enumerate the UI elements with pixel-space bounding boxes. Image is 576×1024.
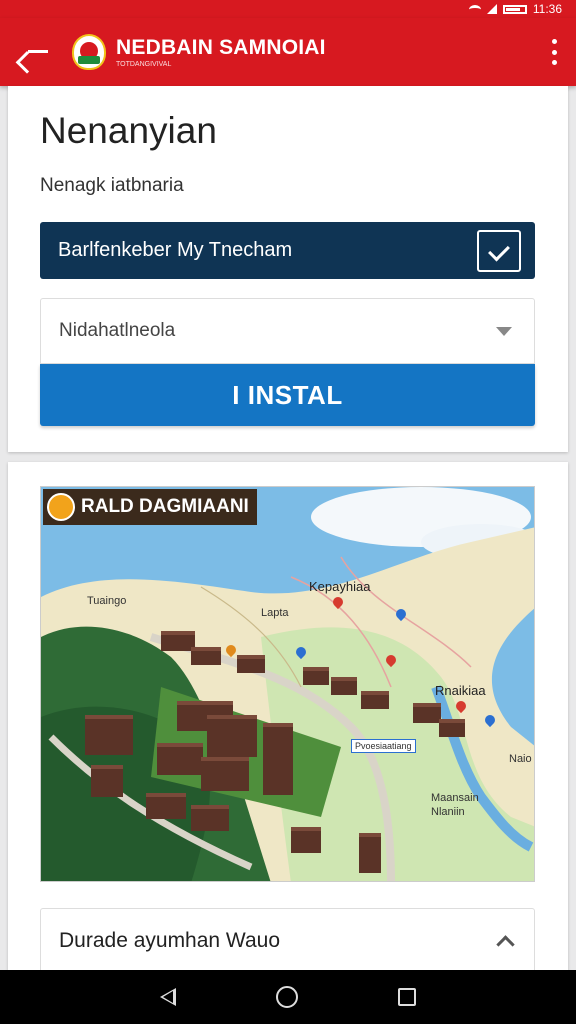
map-building — [191, 647, 221, 665]
map-label-far-right: Naio — [509, 753, 532, 765]
map-label-station: Pvoesiaatiang — [351, 739, 416, 753]
nav-recents-icon[interactable] — [398, 988, 416, 1006]
map-label-right: Rnaikiaa — [435, 683, 486, 698]
app-logo — [72, 34, 106, 70]
map-building — [359, 833, 381, 873]
map-label-top: Kepayhiaa — [309, 579, 371, 594]
collapsible-section[interactable]: Durade ayumhan Wauo — [40, 908, 535, 974]
map-building — [331, 677, 357, 695]
map-building — [303, 667, 329, 685]
app-bar: NEDBAIN SAMNOIAI TOTDANGIVIVAL — [0, 18, 576, 86]
map-badge: RALD DAGMIAANI — [43, 489, 257, 525]
install-button[interactable]: I INSTAL — [40, 364, 535, 426]
card-subtitle: Nenagk iatbnaria — [40, 175, 184, 196]
map-image[interactable]: RALD DAGMIAANI Kepayhiaa Tuaingo Lapta R… — [40, 486, 535, 882]
map-building — [439, 719, 465, 737]
status-time: 11:36 — [532, 2, 562, 16]
app-subtitle: TOTDANGIVIVAL — [116, 61, 172, 68]
battery-icon — [502, 4, 527, 14]
map-building — [361, 691, 389, 709]
option-checkbox[interactable] — [477, 229, 521, 272]
map-building — [291, 827, 321, 853]
map-building — [91, 765, 123, 797]
map-label-left: Tuaingo — [87, 595, 127, 607]
option-label: Barlfenkeber My Tnecham — [58, 239, 293, 261]
chevron-up-icon[interactable] — [496, 934, 515, 954]
map-building — [263, 723, 293, 795]
app-title: NEDBAIN SAMNOIAI — [116, 36, 326, 59]
map-card: RALD DAGMIAANI Kepayhiaa Tuaingo Lapta R… — [8, 462, 568, 982]
option-row[interactable]: Barlfenkeber My Tnecham — [40, 222, 535, 279]
nav-back-icon[interactable] — [160, 988, 176, 1006]
nav-home-icon[interactable] — [276, 986, 298, 1008]
app-title-group: NEDBAIN SAMNOIAI TOTDANGIVIVAL — [116, 36, 326, 68]
signal-icon — [486, 4, 497, 14]
map-building — [201, 757, 249, 791]
map-building — [207, 715, 257, 757]
card-title: Nenanyian — [40, 110, 217, 151]
map-label-bottom-right: Maansain Nlaniin — [431, 792, 479, 818]
map-building — [85, 715, 133, 755]
wifi-icon — [468, 4, 481, 14]
map-building — [237, 655, 265, 673]
back-arrow-icon[interactable] — [22, 36, 54, 68]
system-nav-bar — [0, 970, 576, 1024]
map-building — [157, 743, 203, 775]
status-bar: 11:36 — [0, 0, 576, 18]
map-building — [161, 631, 195, 651]
collapsible-label: Durade ayumhan Wauo — [59, 929, 281, 952]
map-badge-text: RALD DAGMIAANI — [81, 496, 249, 517]
install-card: Nenanyian Nenagk iatbnaria Barlfenkeber … — [8, 86, 568, 452]
map-building — [146, 793, 186, 819]
location-badge-icon — [47, 493, 75, 521]
caret-down-icon — [496, 326, 512, 336]
map-building — [191, 805, 229, 831]
dropdown-value: Nidahatlneola — [59, 320, 176, 341]
map-building — [413, 703, 441, 723]
more-options-icon[interactable] — [550, 39, 558, 65]
dropdown-select[interactable]: Nidahatlneola — [40, 298, 535, 364]
map-label-mid: Lapta — [261, 607, 289, 619]
